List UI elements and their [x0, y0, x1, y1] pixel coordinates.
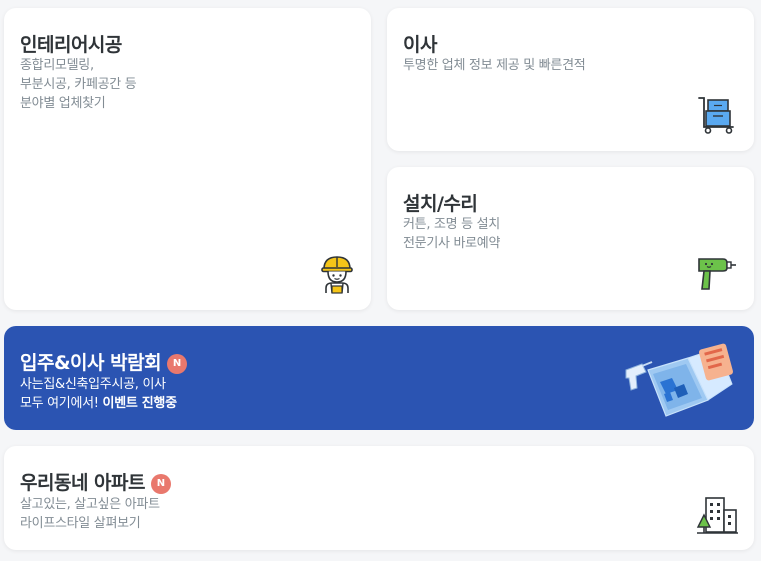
card-desc-line: 부분시공, 카페공간 등	[20, 77, 137, 92]
power-drill-icon	[698, 258, 736, 290]
card-desc-line: 살고있는, 살고싶은 아파트	[20, 497, 160, 512]
new-badge: N	[167, 354, 188, 374]
install-repair-service-card[interactable]: 설치/수리 커튼, 조명 등 설치 전문기사 바로예약	[387, 167, 754, 310]
card-title: 인테리어시공	[20, 34, 122, 56]
banner-desc-prefix: 모두 여기에서!	[20, 396, 103, 411]
card-desc-line: 분야별 업체찾기	[20, 96, 106, 111]
card-desc-line: 투명한 업체 정보 제공 및 빠른견적	[403, 58, 586, 73]
expo-illustration-icon	[625, 343, 733, 417]
banner-desc-line: 사는집&신축입주시공, 이사	[20, 377, 166, 392]
interior-service-card[interactable]: 인테리어시공 종합리모델링, 부분시공, 카페공간 등 분야별 업체찾기	[4, 8, 371, 310]
expo-event-banner[interactable]: 입주&이사 박람회 N 사는집&신축입주시공, 이사 모두 여기에서! 이벤트 진…	[4, 326, 754, 430]
banner-desc-line: 모두 여기에서! 이벤트 진행중	[20, 394, 177, 413]
banner-event-highlight: 이벤트 진행중	[102, 396, 177, 411]
card-desc-line: 종합리모델링,	[20, 58, 94, 73]
worker-helmet-icon	[321, 256, 353, 294]
new-badge: N	[150, 474, 171, 494]
moving-cart-icon	[698, 97, 734, 134]
card-desc-line: 커튼, 조명 등 설치	[403, 217, 500, 232]
card-title: 우리동네 아파트 N	[20, 468, 171, 495]
card-desc-line: 라이프스타일 살펴보기	[20, 516, 141, 531]
banner-title: 입주&이사 박람회 N	[20, 348, 188, 375]
card-title: 이사	[403, 34, 437, 56]
apartment-buildings-icon	[696, 497, 738, 534]
neighborhood-apartment-card[interactable]: 우리동네 아파트 N 살고있는, 살고싶은 아파트 라이프스타일 살펴보기	[4, 446, 754, 550]
moving-service-card[interactable]: 이사 투명한 업체 정보 제공 및 빠른견적	[387, 8, 754, 151]
card-title-text: 우리동네 아파트	[20, 472, 145, 494]
banner-title-text: 입주&이사 박람회	[20, 352, 162, 374]
card-title: 설치/수리	[403, 193, 478, 215]
card-desc-line: 전문기사 바로예약	[403, 236, 501, 251]
